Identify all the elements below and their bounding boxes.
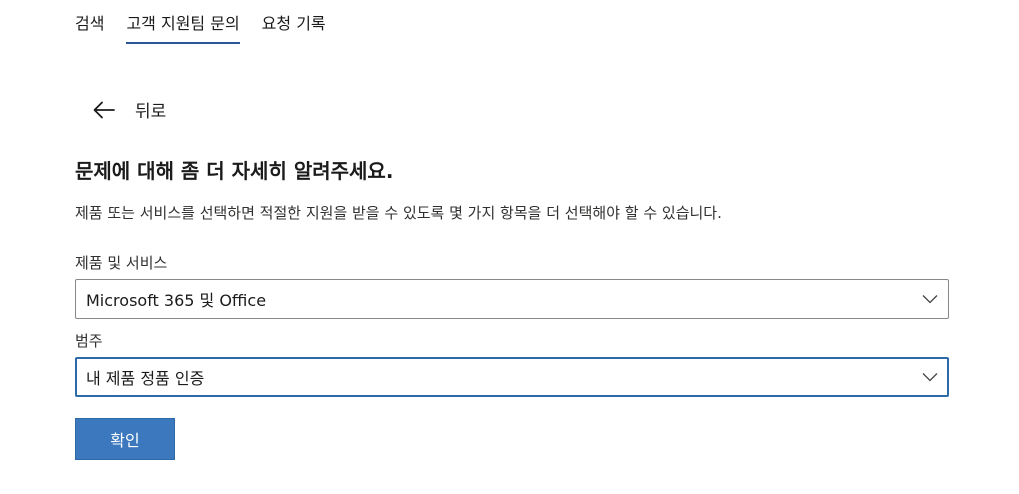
product-field-label: 제품 및 서비스: [75, 254, 168, 272]
tab-contact-support[interactable]: 고객 지원팀 문의: [126, 10, 240, 44]
back-button[interactable]: 뒤로: [93, 97, 166, 122]
chevron-down-icon: [922, 372, 938, 382]
back-label: 뒤로: [135, 102, 167, 122]
category-select-value: 내 제품 정품 인증: [86, 369, 205, 388]
category-field-label: 범주: [75, 332, 103, 350]
tab-request-history[interactable]: 요청 기록: [262, 10, 326, 44]
page-description: 제품 또는 서비스를 선택하면 적절한 지원을 받을 수 있도록 몇 가지 항목…: [75, 204, 722, 222]
top-nav: 검색 고객 지원팀 문의 요청 기록: [75, 10, 326, 44]
chevron-down-icon: [922, 294, 938, 304]
product-select[interactable]: Microsoft 365 및 Office: [75, 279, 949, 319]
tab-search[interactable]: 검색: [75, 10, 104, 44]
product-select-value: Microsoft 365 및 Office: [86, 291, 267, 310]
category-select[interactable]: 내 제품 정품 인증: [75, 357, 949, 397]
page-title: 문제에 대해 좀 더 자세히 알려주세요.: [75, 159, 394, 183]
arrow-left-icon: [93, 101, 115, 119]
confirm-button[interactable]: 확인: [75, 418, 175, 460]
